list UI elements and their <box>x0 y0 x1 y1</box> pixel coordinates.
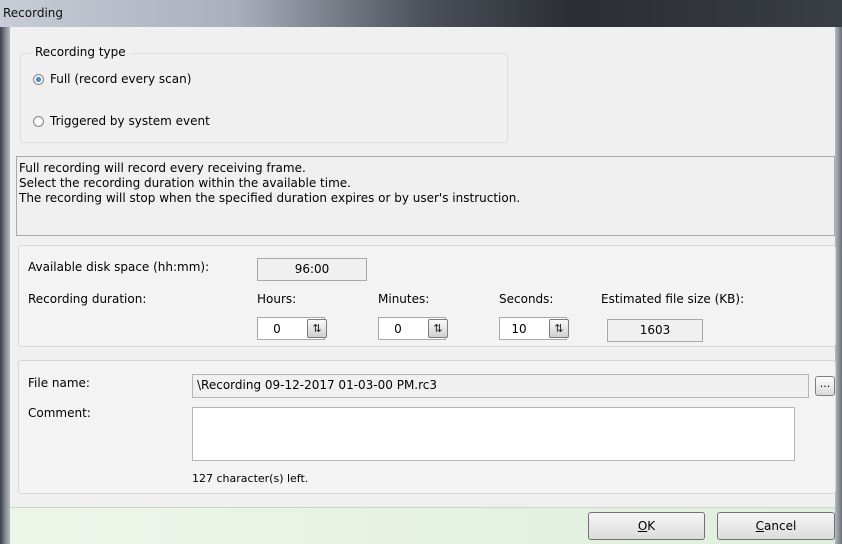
seconds-spin-button[interactable]: ⇅ <box>549 319 569 338</box>
minutes-label: Minutes: <box>378 292 430 306</box>
window-frame-right <box>835 27 842 544</box>
info-text-box: Full recording will record every receivi… <box>16 156 835 236</box>
info-line: Full recording will record every receivi… <box>19 161 306 175</box>
radio-full[interactable]: Full (record every scan) <box>33 72 191 86</box>
hours-label: Hours: <box>257 292 297 306</box>
radio-triggered[interactable]: Triggered by system event <box>33 114 210 128</box>
file-panel: File name: \Recording 09-12-2017 01-03-0… <box>18 360 836 494</box>
comment-label: Comment: <box>28 406 91 420</box>
cancel-mnemonic: C <box>755 519 765 533</box>
file-name-field[interactable]: \Recording 09-12-2017 01-03-00 PM.rc3 <box>192 374 809 398</box>
duration-panel: Available disk space (hh:mm): 96:00 Reco… <box>18 245 836 347</box>
window-frame-left <box>0 27 10 544</box>
cancel-label: ancel <box>764 519 797 533</box>
info-line: The recording will stop when the specifi… <box>19 191 521 205</box>
info-line: Select the recording duration within the… <box>19 176 351 190</box>
dialog-footer: OK Cancel <box>10 507 835 544</box>
dialog-client-area: Recording type Full (record every scan) … <box>10 27 836 544</box>
file-size-label: Estimated file size (KB): <box>601 292 745 306</box>
seconds-label: Seconds: <box>499 292 554 306</box>
hours-value[interactable]: 0 <box>258 322 296 336</box>
seconds-value[interactable]: 10 <box>500 322 538 336</box>
recording-dialog: Recording Recording type Full (record ev… <box>0 0 842 544</box>
radio-full-button[interactable] <box>33 73 44 85</box>
radio-full-label[interactable]: Full (record every scan) <box>50 72 191 86</box>
ok-mnemonic: O <box>637 519 648 533</box>
hours-spin-button[interactable]: ⇅ <box>307 319 327 338</box>
window-title: Recording <box>3 6 64 20</box>
recording-type-legend: Recording type <box>31 45 130 59</box>
disk-space-value: 96:00 <box>257 258 367 281</box>
cancel-button[interactable]: Cancel <box>717 512 835 540</box>
file-size-value: 1603 <box>607 319 703 342</box>
recording-duration-label: Recording duration: <box>28 292 147 306</box>
radio-triggered-label[interactable]: Triggered by system event <box>50 114 210 128</box>
title-bar[interactable]: Recording <box>0 0 842 28</box>
minutes-spin-button[interactable]: ⇅ <box>428 319 448 338</box>
radio-triggered-button[interactable] <box>33 115 44 127</box>
recording-type-group: Recording type Full (record every scan) … <box>20 45 508 143</box>
ok-button[interactable]: OK <box>588 512 705 540</box>
chars-left-label: 127 character(s) left. <box>192 472 309 485</box>
disk-space-label: Available disk space (hh:mm): <box>28 260 210 274</box>
minutes-value[interactable]: 0 <box>379 322 417 336</box>
ok-label: K <box>647 519 656 533</box>
browse-button[interactable]: ... <box>815 376 835 396</box>
file-name-label: File name: <box>28 376 90 390</box>
comment-input[interactable] <box>192 407 795 461</box>
